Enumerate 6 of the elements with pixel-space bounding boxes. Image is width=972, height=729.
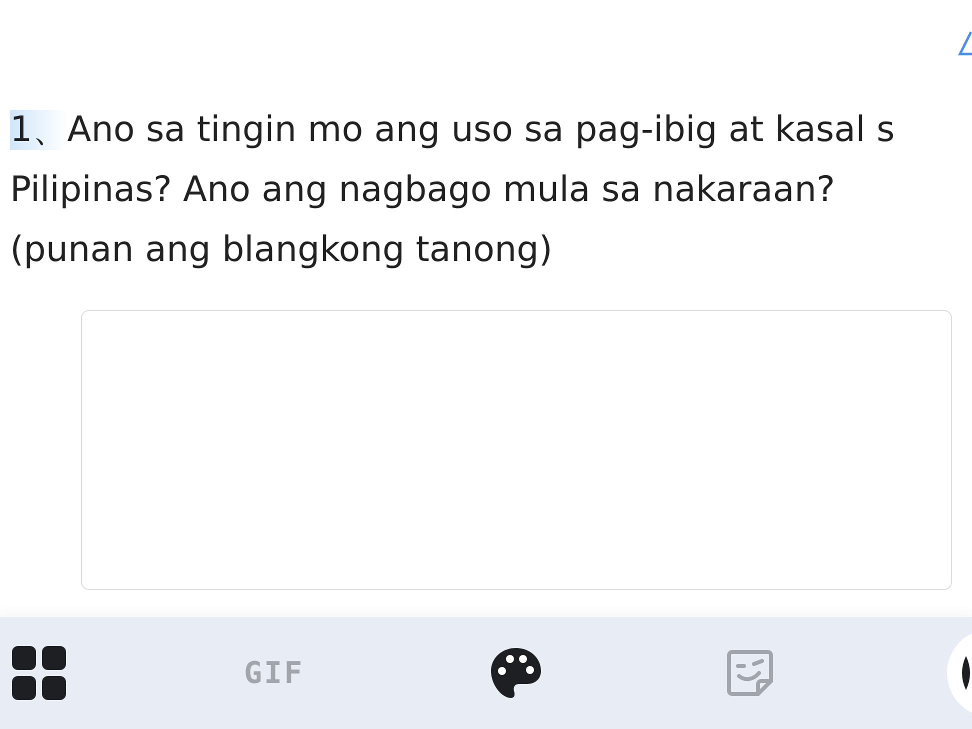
question-text: Pilipinas? Ano ang nagbago mula sa nakaraan? — [10, 170, 836, 210]
question-text: Ano sa tingin mo ang uso sa pag-ibig at kasal s — [67, 110, 895, 150]
answer-field[interactable] — [81, 310, 952, 590]
question-text: (punan ang blangkong tanong) — [10, 230, 553, 270]
apps-icon[interactable] — [12, 646, 66, 700]
palette-icon[interactable] — [490, 647, 542, 699]
